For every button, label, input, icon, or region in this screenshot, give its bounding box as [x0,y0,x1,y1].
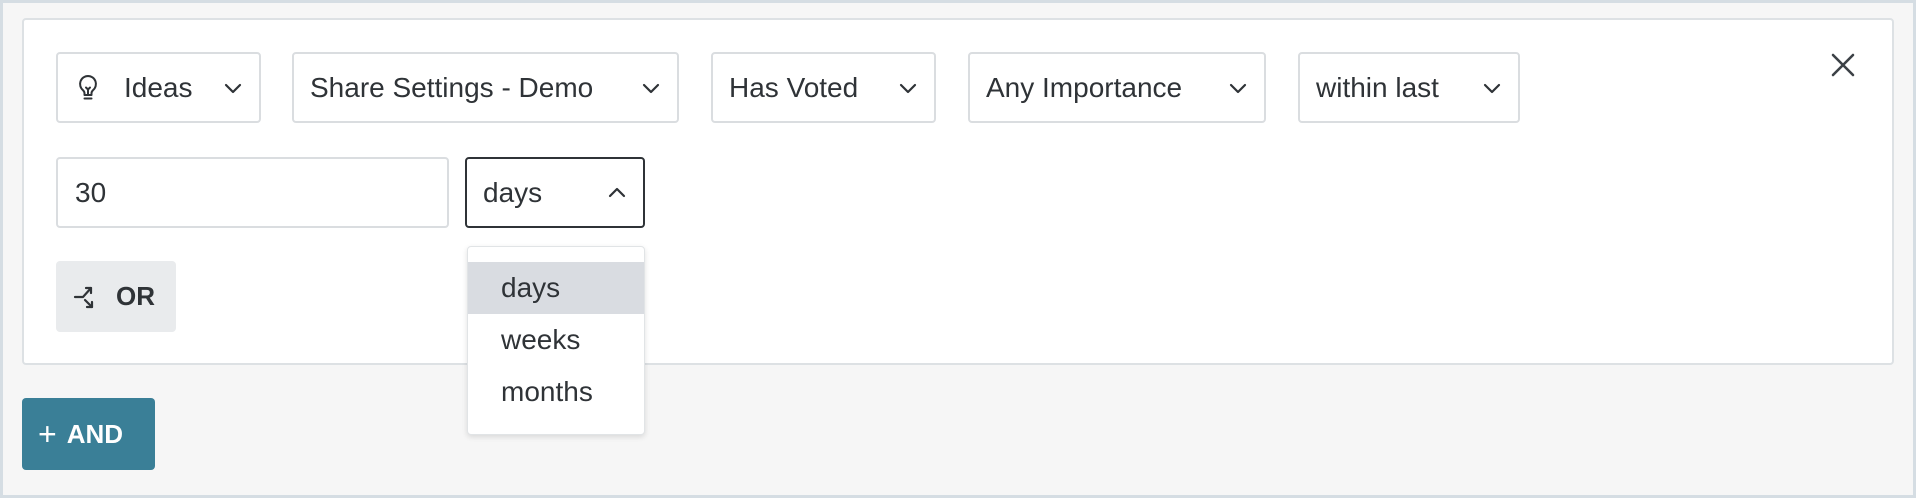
remove-filter-button[interactable] [1826,50,1860,84]
entity-select[interactable]: Ideas [56,52,261,123]
amount-input-value: 30 [75,176,107,208]
time-operator-select[interactable]: within last [1298,52,1520,123]
entity-select-label: Ideas [124,71,193,103]
lightbulb-icon [74,74,102,102]
condition-select-label: Has Voted [729,71,859,103]
unit-select-label: days [483,176,543,208]
amount-input[interactable]: 30 [56,157,449,228]
dropdown-option-weeks[interactable]: weeks [468,314,644,366]
chevron-down-icon [1228,78,1248,98]
condition-select[interactable]: Has Voted [711,52,936,123]
close-icon [1830,52,1856,83]
chevron-down-icon [223,78,243,98]
unit-dropdown-menu: days weeks months [467,246,645,435]
importance-select[interactable]: Any Importance [968,52,1266,123]
chevron-down-icon [641,78,661,98]
source-select[interactable]: Share Settings - Demo [292,52,679,123]
branch-icon [72,282,102,312]
or-button[interactable]: OR [56,261,176,332]
unit-select[interactable]: days [465,157,645,228]
dropdown-option-days[interactable]: days [468,262,644,314]
importance-select-label: Any Importance [986,71,1183,103]
dropdown-option-months[interactable]: months [468,366,644,418]
and-button-label: AND [66,418,124,449]
source-select-label: Share Settings - Demo [310,71,594,103]
plus-icon: + [38,416,57,452]
chevron-up-icon [607,183,627,203]
or-button-label: OR [116,281,155,311]
and-button[interactable]: + AND [22,398,155,470]
chevron-down-icon [1482,78,1502,98]
time-operator-select-label: within last [1316,71,1439,103]
chevron-down-icon [898,78,918,98]
